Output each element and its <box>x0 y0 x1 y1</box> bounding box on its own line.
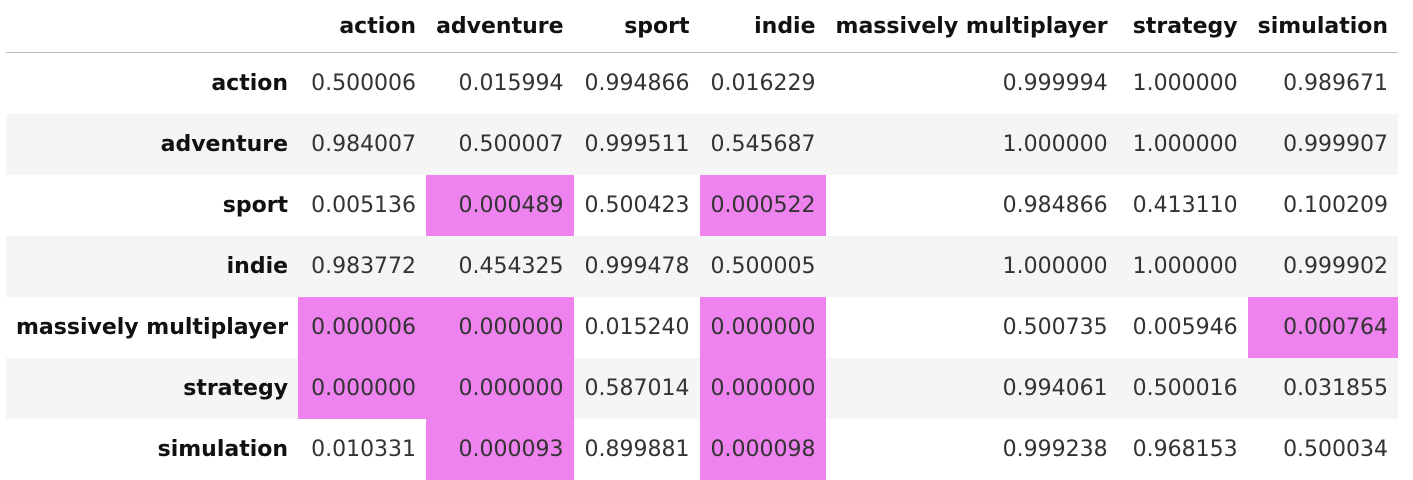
header-row: action adventure sport indie massively m… <box>6 0 1399 53</box>
table-cell: 0.000093 <box>426 418 574 480</box>
table-cell: 0.500007 <box>426 113 574 175</box>
column-header: sport <box>573 0 700 53</box>
table-cell: 0.031855 <box>1247 357 1399 419</box>
table-cell: 0.000489 <box>426 174 574 236</box>
table-cell: 0.100209 <box>1283 192 1389 218</box>
table-cell: 0.000764 <box>1247 296 1399 358</box>
table-cell: 0.545687 <box>699 113 826 175</box>
table-row: simulation 0.010331 0.000093 0.899881 0.… <box>6 418 1398 480</box>
table-cell: 0.999994 <box>1002 70 1108 96</box>
table-cell: 0.984007 <box>298 113 427 175</box>
table-cell: 0.999907 <box>1247 113 1399 175</box>
table-row: adventure 0.984007 0.500007 0.999511 0.5… <box>6 113 1399 175</box>
table-cell: 0.500016 <box>1117 357 1248 419</box>
table-cell: 0.999511 <box>573 113 700 175</box>
table-cell: 0.500034 <box>1283 436 1389 462</box>
table-cell: 0.000000 <box>699 357 826 419</box>
table-cell: 1.000000 <box>1117 113 1248 175</box>
table-cell: 0.015240 <box>584 314 690 340</box>
row-header: indie <box>6 235 299 297</box>
row-header: sport <box>222 192 289 218</box>
table-row: indie 0.983772 0.454325 0.999478 0.50000… <box>6 235 1399 297</box>
table-cell: 0.999478 <box>573 235 700 297</box>
table-cell: 0.999238 <box>1002 436 1108 462</box>
table-cell: 0.010331 <box>311 436 417 462</box>
row-header: simulation <box>157 436 289 462</box>
table-cell: 0.899881 <box>584 436 690 462</box>
table-cell: 0.500423 <box>584 192 690 218</box>
table-cell: 0.500005 <box>699 235 826 297</box>
table-cell: 0.000000 <box>298 357 427 419</box>
table-cell: 0.015994 <box>458 70 564 96</box>
table-cell: 0.983772 <box>298 235 427 297</box>
table-cell: 0.000522 <box>699 174 826 236</box>
table-row: strategy 0.000000 0.000000 0.587014 0.00… <box>6 357 1399 419</box>
row-header: massively multiplayer <box>16 314 289 340</box>
table-cell: 0.500735 <box>1002 314 1108 340</box>
table-cell: 0.454325 <box>426 235 574 297</box>
column-header: strategy <box>1117 0 1248 53</box>
table-cell: 0.000000 <box>699 296 826 358</box>
row-header: adventure <box>6 113 299 175</box>
table-cell: 0.994866 <box>584 70 690 96</box>
table-cell: 0.999902 <box>1247 235 1399 297</box>
table-cell: 0.587014 <box>573 357 700 419</box>
table-cell: 1.000000 <box>825 235 1118 297</box>
table-cell: 0.000000 <box>426 357 574 419</box>
table-cell: 1.000000 <box>1132 70 1238 96</box>
table-row: sport 0.005136 0.000489 0.500423 0.00052… <box>6 174 1398 236</box>
table-cell: 0.005946 <box>1132 314 1238 340</box>
row-header: strategy <box>6 357 299 419</box>
table-cell: 0.413110 <box>1132 192 1238 218</box>
pvalue-table: action adventure sport indie massively m… <box>6 0 1399 480</box>
table-cell: 1.000000 <box>825 113 1118 175</box>
table-cell: 0.000098 <box>699 418 826 480</box>
row-header: action <box>211 70 289 96</box>
column-header: indie <box>699 0 826 53</box>
corner-cell <box>6 0 299 53</box>
column-header: simulation <box>1247 0 1399 53</box>
table-cell: 0.000000 <box>426 296 574 358</box>
table-cell: 0.984866 <box>1002 192 1108 218</box>
table-cell: 0.989671 <box>1283 70 1389 96</box>
column-header: action <box>298 0 427 53</box>
table-cell: 0.994061 <box>825 357 1118 419</box>
column-header: adventure <box>426 0 574 53</box>
table-cell: 0.000006 <box>298 296 427 358</box>
table-cell: 0.500006 <box>311 70 417 96</box>
table-cell: 0.968153 <box>1132 436 1238 462</box>
table-cell: 1.000000 <box>1117 235 1248 297</box>
table-row: action 0.500006 0.015994 0.994866 0.0162… <box>6 53 1398 114</box>
table-cell: 0.005136 <box>311 192 417 218</box>
column-header: massively multiplayer <box>825 0 1118 53</box>
table-row: massively multiplayer 0.000006 0.000000 … <box>6 296 1399 358</box>
table-cell: 0.016229 <box>710 70 816 96</box>
